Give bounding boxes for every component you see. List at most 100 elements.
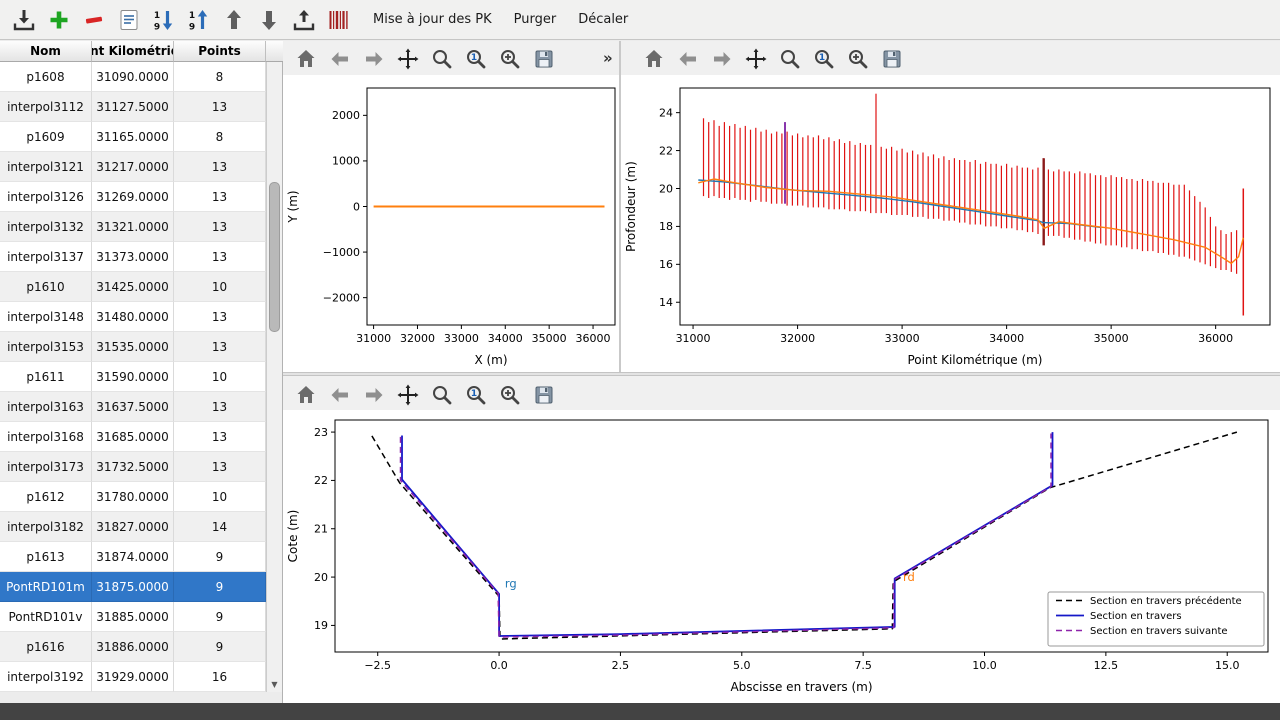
home-icon [294, 47, 318, 71]
svg-text:33000: 33000 [444, 332, 479, 345]
table-row[interactable]: PontRD101v31885.00009 [0, 602, 266, 632]
cell-points: 9 [174, 572, 266, 602]
sort-descending-button[interactable]: 19 [148, 4, 180, 36]
table-row[interactable]: interpol313231321.000013 [0, 212, 266, 242]
table-row[interactable]: p161331874.00009 [0, 542, 266, 572]
table-body: p160831090.00008interpol311231127.500013… [0, 62, 266, 692]
table-row[interactable]: p161031425.000010 [0, 272, 266, 302]
column-header-points[interactable]: Points [174, 41, 266, 62]
sort-ascending-button[interactable]: 19 [183, 4, 215, 36]
table-row[interactable]: interpol316331637.500013 [0, 392, 266, 422]
table-row[interactable]: interpol312631269.000013 [0, 182, 266, 212]
cell-point-kilometrique: 31590.0000 [92, 362, 174, 392]
menu-decaler[interactable]: Décaler [568, 7, 638, 32]
cell-points: 13 [174, 452, 266, 482]
svg-text:19: 19 [314, 619, 328, 632]
back-icon [328, 47, 352, 71]
import-button[interactable] [8, 4, 40, 36]
table-row[interactable]: interpol314831480.000013 [0, 302, 266, 332]
cell-point-kilometrique: 31732.5000 [92, 452, 174, 482]
table-row[interactable]: p161631886.00009 [0, 632, 266, 662]
forward-button[interactable] [707, 45, 736, 73]
svg-text:35000: 35000 [1094, 332, 1129, 345]
notes-button[interactable] [113, 4, 145, 36]
home-button[interactable] [291, 381, 320, 409]
table-row[interactable]: interpol319231929.000016 [0, 662, 266, 692]
menu-maj-pk[interactable]: Mise à jour des PK [363, 7, 502, 32]
home-button[interactable] [639, 45, 668, 73]
toolbar-icons: 1919 [8, 4, 355, 36]
table-scrollbar[interactable]: ▼ [266, 62, 282, 692]
zoom-button[interactable] [427, 381, 456, 409]
longitudinal-profile-plot[interactable]: 3100032000330003400035000360001416182022… [621, 75, 1280, 372]
zoom-button[interactable] [427, 45, 456, 73]
save-button[interactable] [877, 45, 906, 73]
move-up-button[interactable] [218, 4, 250, 36]
cross-section-plot[interactable]: −2.50.02.55.07.510.012.515.01920212223Ab… [283, 410, 1280, 703]
back-button[interactable] [325, 45, 354, 73]
column-header-point-kilometrique[interactable]: Point Kilométrique [92, 41, 174, 62]
pan-button[interactable] [393, 45, 422, 73]
splitter-horizontal[interactable] [283, 372, 1280, 376]
table-row[interactable]: interpol317331732.500013 [0, 452, 266, 482]
zoom-plus-button[interactable] [495, 45, 524, 73]
forward-button[interactable] [359, 45, 388, 73]
menu-purger[interactable]: Purger [504, 7, 567, 32]
zoom-one-button[interactable]: 1 [809, 45, 838, 73]
back-button[interactable] [673, 45, 702, 73]
import-icon [11, 7, 37, 33]
table-row[interactable]: PontRD101m31875.00009 [0, 572, 266, 602]
zoom-one-button[interactable]: 1 [461, 381, 490, 409]
splitter-vertical[interactable] [619, 41, 621, 372]
arrow-down-icon [256, 7, 282, 33]
save-button[interactable] [529, 381, 558, 409]
table-row[interactable]: interpol313731373.000013 [0, 242, 266, 272]
table-scrollbar-thumb[interactable] [269, 182, 280, 332]
svg-text:24: 24 [659, 106, 673, 119]
column-header-nom[interactable]: Nom [0, 41, 92, 62]
svg-text:X (m): X (m) [474, 353, 507, 367]
export-icon [291, 7, 317, 33]
table-row[interactable]: interpol311231127.500013 [0, 92, 266, 122]
cell-points: 8 [174, 62, 266, 92]
trace-plot[interactable]: 310003200033000340003500036000−2000−1000… [283, 75, 621, 372]
cell-nom: p1608 [0, 62, 92, 92]
table-row[interactable]: p160831090.00008 [0, 62, 266, 92]
back-icon [328, 383, 352, 407]
zoom-plus-button[interactable] [843, 45, 872, 73]
sections-table-panel: Nom Point Kilométrique Points p160831090… [0, 41, 283, 703]
back-button[interactable] [325, 381, 354, 409]
svg-text:1000: 1000 [332, 155, 360, 168]
pan-button[interactable] [741, 45, 770, 73]
table-row[interactable]: p161231780.000010 [0, 482, 266, 512]
zoom-plus-icon [498, 383, 522, 407]
home-button[interactable] [291, 45, 320, 73]
cell-nom: interpol3163 [0, 392, 92, 422]
cell-nom: PontRD101v [0, 602, 92, 632]
svg-text:1: 1 [470, 53, 476, 63]
table-row[interactable]: p160931165.00008 [0, 122, 266, 152]
zoom-plus-button[interactable] [495, 381, 524, 409]
cell-nom: interpol3173 [0, 452, 92, 482]
forward-button[interactable] [359, 381, 388, 409]
table-row[interactable]: interpol315331535.000013 [0, 332, 266, 362]
table-row[interactable]: interpol316831685.000013 [0, 422, 266, 452]
export-button[interactable] [288, 4, 320, 36]
move-down-button[interactable] [253, 4, 285, 36]
table-row[interactable]: p161131590.000010 [0, 362, 266, 392]
remove-button[interactable] [78, 4, 110, 36]
main-toolbar: 1919 Mise à jour des PKPurgerDécaler [0, 0, 1280, 40]
forward-icon [362, 47, 386, 71]
save-button[interactable] [529, 45, 558, 73]
sections-button[interactable] [323, 4, 355, 36]
scrollbar-down-arrow-icon[interactable]: ▼ [268, 678, 281, 691]
zoom-button[interactable] [775, 45, 804, 73]
svg-text:10.0: 10.0 [972, 659, 997, 672]
table-row[interactable]: interpol318231827.000014 [0, 512, 266, 542]
add-button[interactable] [43, 4, 75, 36]
pan-button[interactable] [393, 381, 422, 409]
zoom-one-button[interactable]: 1 [461, 45, 490, 73]
table-row[interactable]: interpol312131217.000013 [0, 152, 266, 182]
plot-legend: Section en travers précédenteSection en … [1048, 592, 1264, 646]
toolbar-overflow-button[interactable]: » [603, 49, 613, 67]
